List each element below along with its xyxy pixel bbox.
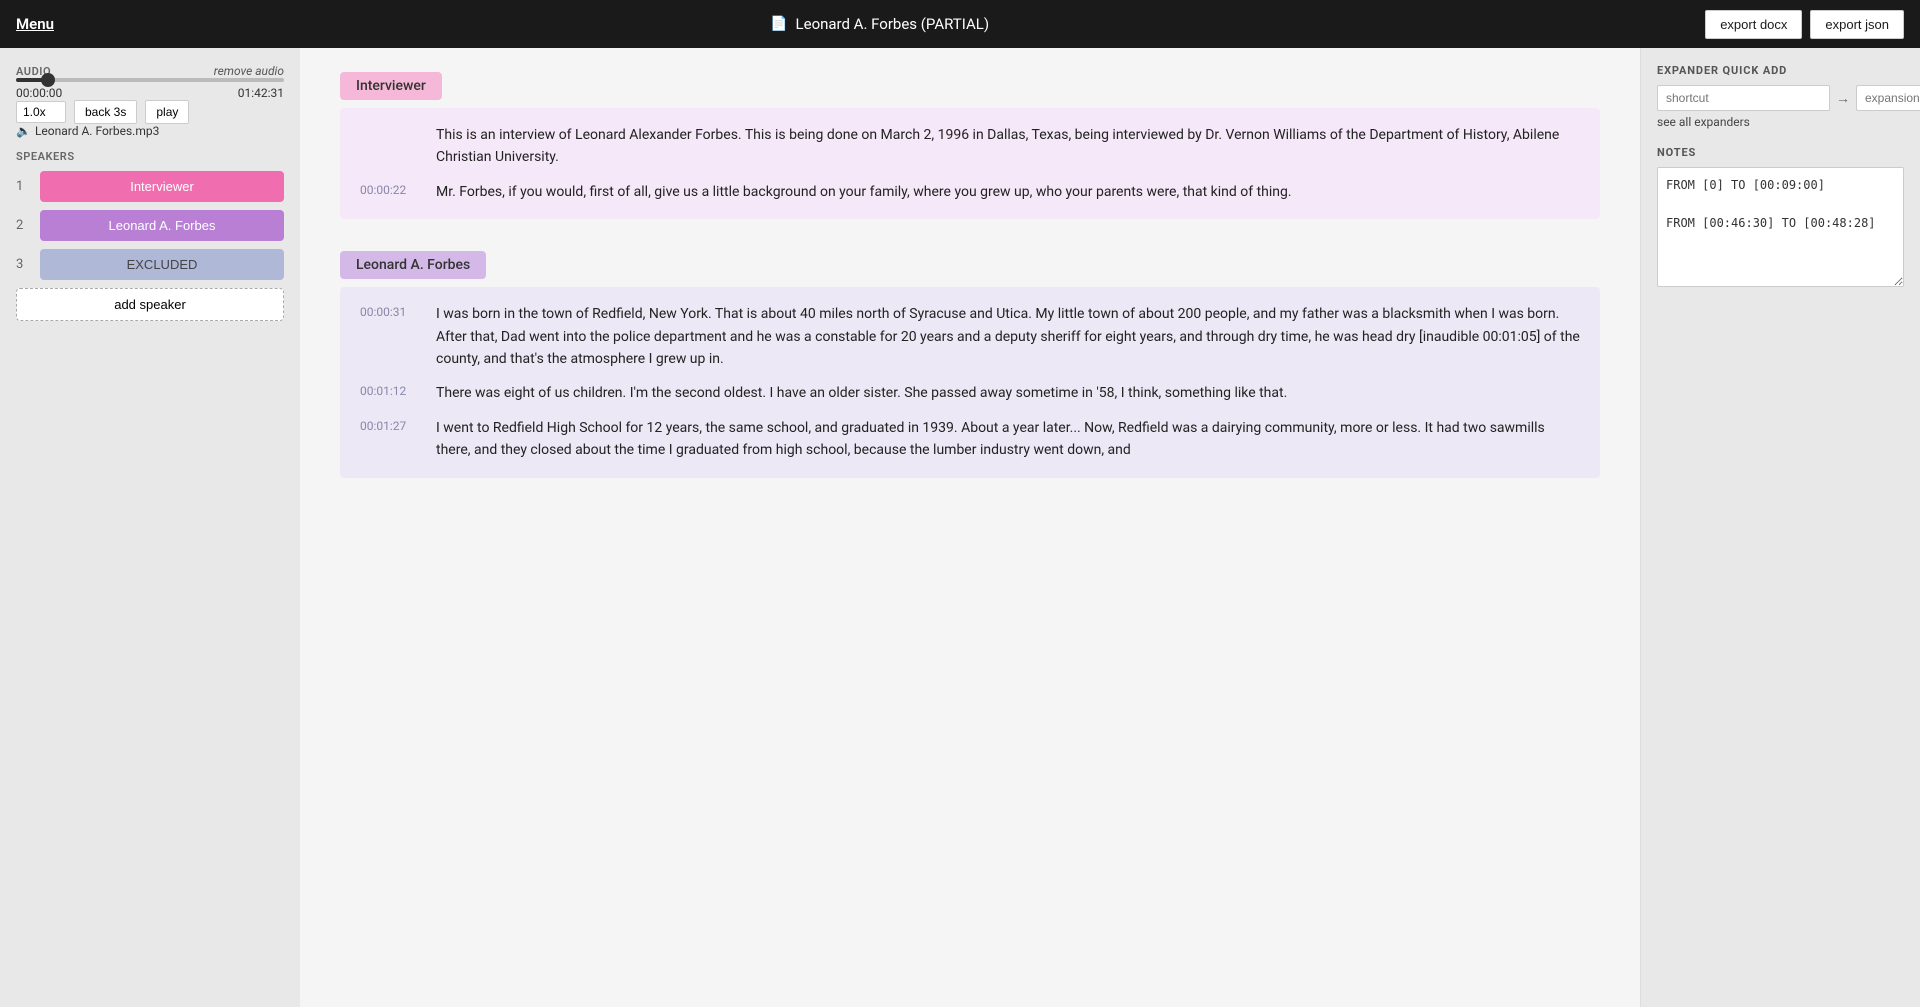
transcript-segment-2-3: 00:01:27 I went to Redfield High School … [360, 417, 1580, 462]
header-title: 📄 Leonard A. Forbes (PARTIAL) [54, 15, 1705, 33]
back-button[interactable]: back 3s [74, 100, 137, 124]
speaker-row-2: 2 Leonard A. Forbes [16, 210, 284, 241]
transcript-segment-1-1: This is an interview of Leonard Alexande… [360, 124, 1580, 169]
expander-section: EXPANDER QUICK ADD → + see all expanders [1657, 64, 1904, 130]
speaker-row-3: 3 EXCLUDED [16, 249, 284, 280]
expander-row: → + [1657, 85, 1904, 111]
speed-input[interactable] [16, 101, 66, 123]
audio-current-time: 00:00:00 [16, 86, 62, 100]
speaker-excluded-button[interactable]: EXCLUDED [40, 249, 284, 280]
transcript-text-2-2: There was eight of us children. I'm the … [436, 382, 1287, 404]
transcript-text-2-1: I was born in the town of Redfield, New … [436, 303, 1580, 370]
transcript-panel: Interviewer This is an interview of Leon… [300, 48, 1640, 1007]
timestamp-2-3: 00:01:27 [360, 417, 420, 462]
expander-section-title: EXPANDER QUICK ADD [1657, 64, 1904, 77]
speaker-number-1: 1 [16, 179, 32, 194]
export-json-button[interactable]: export json [1810, 10, 1904, 39]
audio-section: AUDIO remove audio 00:00:00 01:42:31 bac… [16, 64, 284, 138]
timestamp-1-2: 00:00:22 [360, 181, 420, 203]
speaker-label-interviewer: Interviewer [340, 72, 442, 100]
audio-times: 00:00:00 01:42:31 [16, 86, 284, 100]
audio-controls: back 3s play [16, 100, 284, 124]
see-all-expanders-link[interactable]: see all expanders [1657, 115, 1750, 129]
speaker-icon: 🔈 [16, 124, 31, 138]
transcript-text-1-1: This is an interview of Leonard Alexande… [436, 124, 1580, 169]
timestamp-2-1: 00:00:31 [360, 303, 420, 370]
menu-button[interactable]: Menu [16, 15, 54, 33]
header: Menu 📄 Leonard A. Forbes (PARTIAL) expor… [0, 0, 1920, 48]
speakers-section: SPEAKERS 1 Interviewer 2 Leonard A. Forb… [16, 150, 284, 321]
transcript-segment-2-1: 00:00:31 I was born in the town of Redfi… [360, 303, 1580, 370]
timestamp-1-1 [360, 124, 420, 169]
speaker-number-2: 2 [16, 218, 32, 233]
transcript-text-2-3: I went to Redfield High School for 12 ye… [436, 417, 1580, 462]
left-sidebar: AUDIO remove audio 00:00:00 01:42:31 bac… [0, 48, 300, 1007]
transcript-content-1: This is an interview of Leonard Alexande… [340, 108, 1600, 219]
transcript-block-1: Interviewer This is an interview of Leon… [340, 72, 1600, 219]
speaker-number-3: 3 [16, 257, 32, 272]
main-layout: AUDIO remove audio 00:00:00 01:42:31 bac… [0, 48, 1920, 1007]
notes-textarea[interactable]: FROM [0] TO [00:09:00] FROM [00:46:30] T… [1657, 167, 1904, 287]
add-speaker-button[interactable]: add speaker [16, 288, 284, 321]
audio-total-time: 01:42:31 [238, 86, 284, 100]
document-icon: 📄 [770, 16, 787, 32]
arrow-icon: → [1836, 90, 1850, 107]
transcript-segment-2-2: 00:01:12 There was eight of us children.… [360, 382, 1580, 404]
play-button[interactable]: play [145, 100, 189, 124]
export-docx-button[interactable]: export docx [1705, 10, 1802, 39]
timestamp-2-2: 00:01:12 [360, 382, 420, 404]
header-actions: export docx export json [1705, 10, 1904, 39]
speaker-label-forbes: Leonard A. Forbes [340, 251, 486, 279]
speakers-section-title: SPEAKERS [16, 150, 284, 163]
right-panel: EXPANDER QUICK ADD → + see all expanders… [1640, 48, 1920, 1007]
speaker-forbes-button[interactable]: Leonard A. Forbes [40, 210, 284, 241]
shortcut-input[interactable] [1657, 85, 1830, 111]
transcript-text-1-2: Mr. Forbes, if you would, first of all, … [436, 181, 1292, 203]
document-title: Leonard A. Forbes (PARTIAL) [796, 15, 990, 33]
speaker-interviewer-button[interactable]: Interviewer [40, 171, 284, 202]
expansion-input[interactable] [1856, 85, 1920, 111]
transcript-content-2: 00:00:31 I was born in the town of Redfi… [340, 287, 1600, 477]
transcript-block-2: Leonard A. Forbes 00:00:31 I was born in… [340, 251, 1600, 477]
notes-section: NOTES FROM [0] TO [00:09:00] FROM [00:46… [1657, 146, 1904, 291]
filename-text: Leonard A. Forbes.mp3 [35, 124, 159, 138]
speaker-row-1: 1 Interviewer [16, 171, 284, 202]
audio-filename: 🔈 Leonard A. Forbes.mp3 [16, 124, 284, 138]
audio-slider-container: 00:00:00 01:42:31 [16, 78, 284, 100]
audio-progress-slider[interactable] [16, 78, 284, 82]
notes-section-title: NOTES [1657, 146, 1904, 159]
transcript-segment-1-2: 00:00:22 Mr. Forbes, if you would, first… [360, 181, 1580, 203]
